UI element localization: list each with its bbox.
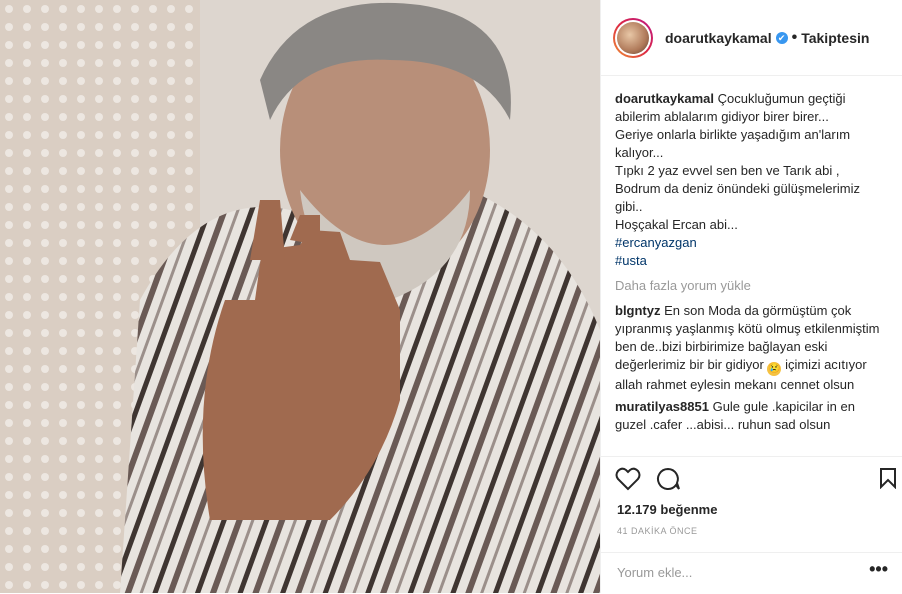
caption-line: Bodrum da deniz önündeki gülüşmelerimiz bbox=[615, 181, 860, 196]
post-header: doarutkaykamal ✔ • Takiptesin bbox=[601, 0, 902, 76]
comment-username[interactable]: muratilyas8851 bbox=[615, 399, 709, 414]
add-comment-input[interactable]: Yorum ekle... bbox=[617, 565, 692, 580]
action-bar bbox=[601, 456, 902, 503]
caption-line: gibi.. bbox=[615, 199, 643, 214]
caption-line: abilerim ablalarım gidiyor birer birer..… bbox=[615, 109, 829, 124]
instagram-post: doarutkaykamal ✔ • Takiptesin doarutkayk… bbox=[0, 0, 902, 593]
caption-line: Geriye onlarla birlikte yaşadığım an'lar… bbox=[615, 127, 851, 142]
comment: muratilyas8851 Gule gule .kapicilar in e… bbox=[615, 398, 888, 434]
verified-badge-icon: ✔ bbox=[775, 31, 788, 44]
post-photo[interactable] bbox=[0, 0, 600, 593]
crying-face-icon: 😢 bbox=[767, 362, 782, 376]
caption-line: Tıpkı 2 yaz evvel sen ben ve Tarık abi , bbox=[615, 163, 840, 178]
more-options-icon[interactable]: ••• bbox=[869, 559, 888, 580]
bookmark-icon[interactable] bbox=[879, 467, 897, 494]
comments-section[interactable]: doarutkaykamal Çocukluğumun geçtiği abil… bbox=[601, 76, 902, 456]
header-separator: • bbox=[791, 28, 798, 46]
header-username[interactable]: doarutkaykamal bbox=[665, 30, 772, 46]
caption-line: Çocukluğumun geçtiği bbox=[717, 91, 846, 106]
caption-line: kalıyor... bbox=[615, 145, 664, 160]
hashtag-link[interactable]: #usta bbox=[615, 252, 888, 270]
comment-bubble-icon[interactable] bbox=[655, 467, 681, 496]
post-caption: doarutkaykamal Çocukluğumun geçtiği abil… bbox=[615, 90, 888, 270]
comment: blgntyz En son Moda da görmüştüm çok yıp… bbox=[615, 302, 888, 394]
add-comment-bar: Yorum ekle... ••• bbox=[601, 552, 902, 594]
load-more-comments-button[interactable]: Daha fazla yorum yükle bbox=[615, 278, 888, 293]
comment-username[interactable]: blgntyz bbox=[615, 303, 661, 318]
post-side-panel: doarutkaykamal ✔ • Takiptesin doarutkayk… bbox=[600, 0, 902, 593]
caption-username[interactable]: doarutkaykamal bbox=[615, 91, 714, 106]
likes-count[interactable]: 12.179 beğenme bbox=[617, 502, 717, 517]
post-timestamp[interactable]: 41 DAKİKA ÖNCE bbox=[617, 526, 698, 536]
follow-status-button[interactable]: Takiptesin bbox=[801, 30, 869, 46]
like-heart-icon[interactable] bbox=[615, 467, 641, 496]
photo-illustration bbox=[0, 0, 600, 593]
caption-line: Hoşçakal Ercan abi... bbox=[615, 217, 738, 232]
avatar[interactable] bbox=[613, 17, 653, 58]
hashtag-link[interactable]: #ercanyazgan bbox=[615, 234, 888, 252]
